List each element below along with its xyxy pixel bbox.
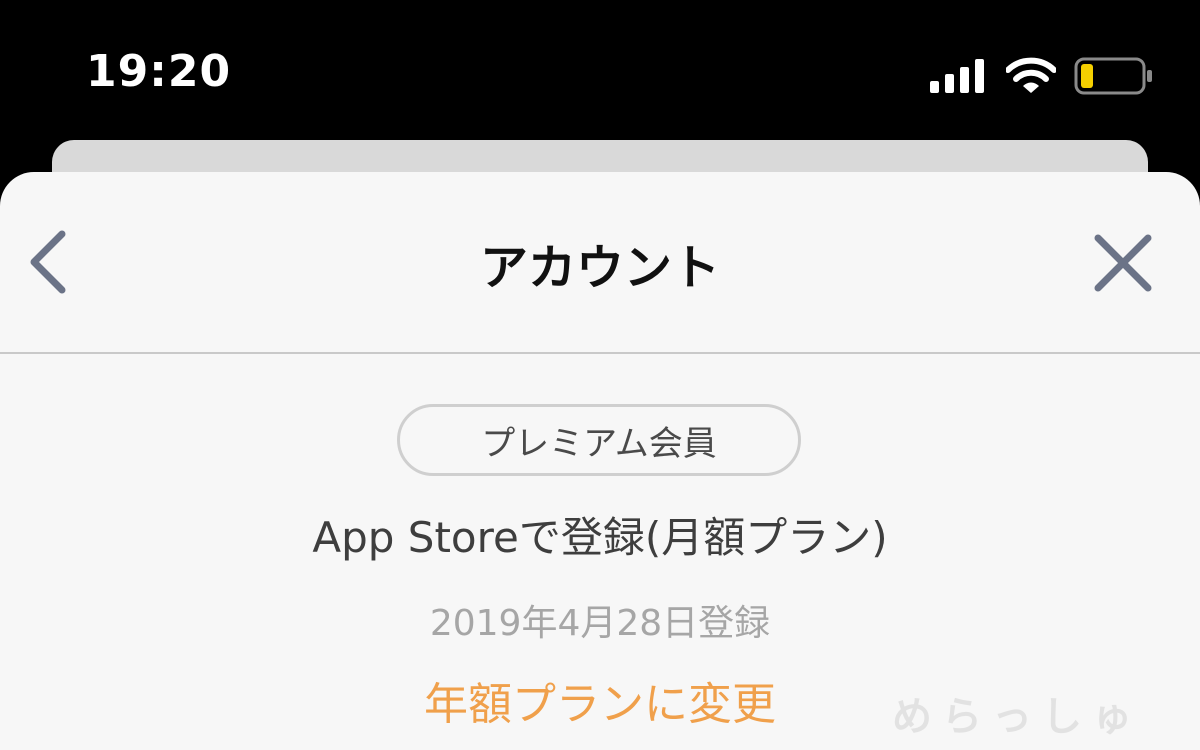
close-icon (1094, 234, 1152, 292)
plan-description: App Storeで登録(月額プラン) (312, 513, 888, 562)
battery-icon (1074, 57, 1152, 95)
signal-icon (930, 59, 984, 93)
account-sheet: アカウント プレミアム会員 App Storeで登録(月額プラン) 2019年4… (0, 172, 1200, 750)
close-button[interactable] (1088, 228, 1158, 298)
nav-bar: アカウント (0, 172, 1200, 354)
wifi-icon (1006, 57, 1056, 93)
page-title: アカウント (479, 240, 720, 296)
status-time: 19:20 (86, 46, 232, 97)
membership-badge: プレミアム会員 (397, 404, 801, 476)
status-icons (930, 56, 1154, 96)
watermark: めらっしゅ (892, 694, 1142, 740)
status-bar: 19:20 (0, 0, 1200, 140)
registration-date: 2019年4月28日登録 (429, 603, 771, 644)
